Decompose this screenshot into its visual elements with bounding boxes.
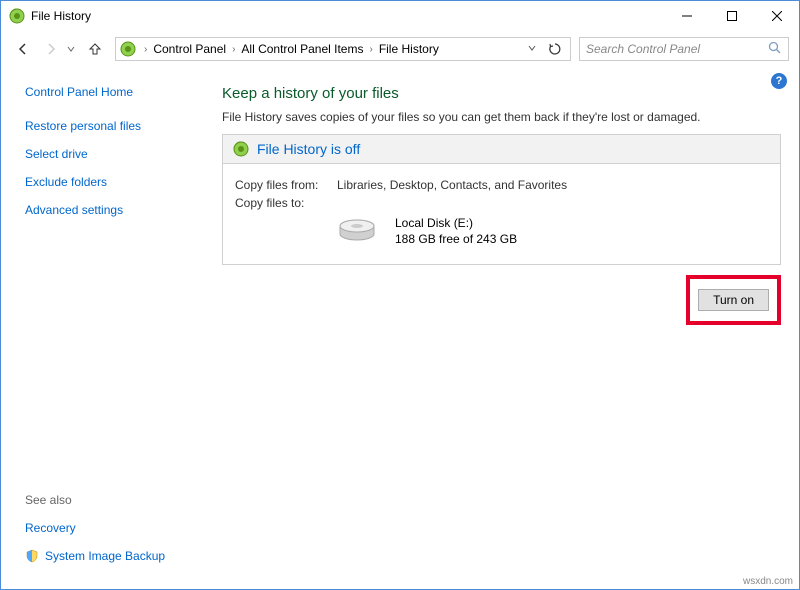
breadcrumb-item[interactable]: All Control Panel Items: [239, 40, 365, 58]
chevron-right-icon[interactable]: ›: [144, 44, 147, 55]
panel-status-text: File History is off: [257, 141, 360, 157]
breadcrumb: › Control Panel › All Control Panel Item…: [140, 40, 524, 58]
close-button[interactable]: [754, 1, 799, 31]
turn-on-button[interactable]: Turn on: [698, 289, 769, 311]
sidebar-link-select-drive[interactable]: Select drive: [25, 147, 88, 161]
sidebar-link-restore[interactable]: Restore personal files: [25, 119, 141, 133]
navbar: › Control Panel › All Control Panel Item…: [1, 31, 799, 67]
breadcrumb-item[interactable]: File History: [377, 40, 441, 58]
disk-info: Local Disk (E:) 188 GB free of 243 GB: [395, 216, 517, 246]
action-row: Turn on: [222, 275, 781, 325]
file-history-icon: [233, 141, 249, 157]
window-controls: [664, 1, 799, 31]
disk-space: 188 GB free of 243 GB: [395, 232, 517, 246]
page-title: Keep a history of your files: [222, 85, 781, 102]
maximize-button[interactable]: [709, 1, 754, 31]
search-icon[interactable]: [768, 41, 782, 58]
breadcrumb-item[interactable]: Control Panel: [151, 40, 228, 58]
app-icon: [9, 8, 25, 24]
window-title: File History: [31, 9, 664, 23]
disk-name: Local Disk (E:): [395, 216, 517, 230]
sidebar-link-label: System Image Backup: [45, 549, 165, 563]
address-dropdown[interactable]: [524, 42, 540, 56]
see-also-label: See also: [25, 493, 196, 507]
sidebar-link-recovery[interactable]: Recovery: [25, 521, 76, 535]
sidebar-link-exclude[interactable]: Exclude folders: [25, 175, 107, 189]
copy-from-value: Libraries, Desktop, Contacts, and Favori…: [337, 178, 567, 192]
help-icon[interactable]: ?: [771, 73, 787, 89]
sidebar-link-system-image[interactable]: System Image Backup: [25, 549, 165, 563]
page-description: File History saves copies of your files …: [222, 110, 781, 124]
chevron-right-icon[interactable]: ›: [369, 44, 372, 55]
watermark: wsxdn.com: [743, 576, 793, 587]
main-panel: Keep a history of your files File Histor…: [196, 67, 799, 589]
file-history-panel: File History is off Copy files from: Lib…: [222, 134, 781, 265]
forward-button[interactable]: [39, 37, 63, 61]
highlight-box: Turn on: [686, 275, 781, 325]
address-bar[interactable]: › Control Panel › All Control Panel Item…: [115, 37, 571, 61]
disk-block: Local Disk (E:) 188 GB free of 243 GB: [235, 216, 768, 246]
search-input[interactable]: [586, 42, 768, 56]
history-dropdown[interactable]: [67, 42, 79, 56]
minimize-button[interactable]: [664, 1, 709, 31]
search-box[interactable]: [579, 37, 789, 61]
copy-to-label: Copy files to:: [235, 196, 337, 210]
refresh-button[interactable]: [544, 38, 566, 60]
content-area: ? Control Panel Home Restore personal fi…: [1, 67, 799, 589]
disk-icon: [337, 218, 377, 244]
titlebar: File History: [1, 1, 799, 31]
up-button[interactable]: [83, 37, 107, 61]
back-button[interactable]: [11, 37, 35, 61]
chevron-right-icon[interactable]: ›: [232, 44, 235, 55]
panel-body: Copy files from: Libraries, Desktop, Con…: [223, 164, 780, 264]
sidebar: Control Panel Home Restore personal file…: [1, 67, 196, 589]
control-panel-home-link[interactable]: Control Panel Home: [25, 85, 133, 99]
address-icon: [120, 41, 136, 57]
sidebar-link-advanced[interactable]: Advanced settings: [25, 203, 123, 217]
shield-icon: [25, 549, 39, 563]
copy-from-label: Copy files from:: [235, 178, 337, 192]
panel-header: File History is off: [223, 135, 780, 164]
